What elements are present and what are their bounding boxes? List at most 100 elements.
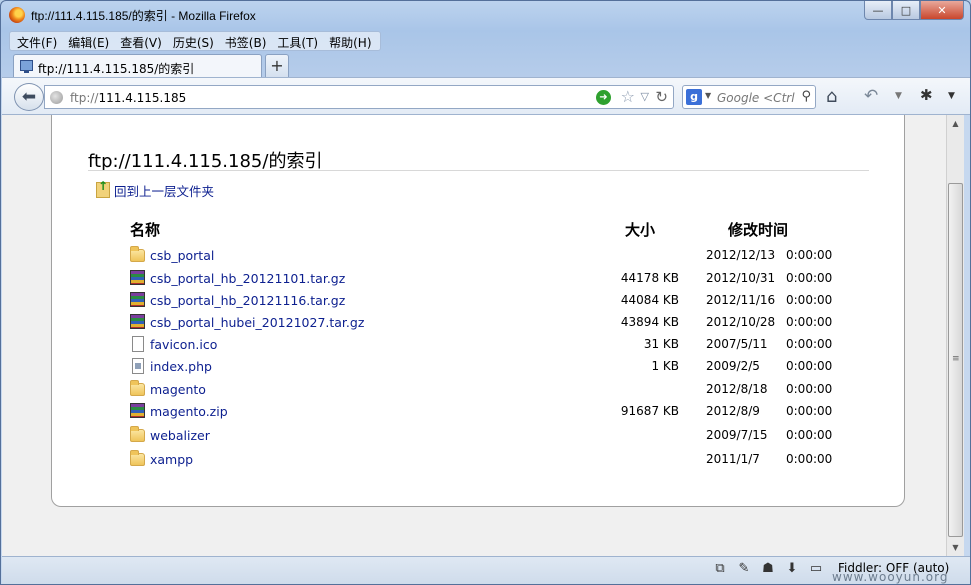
file-row: xampp 2011/1/7 0:00:00 [130, 450, 850, 469]
tab-active[interactable]: ftp://111.4.115.185/的索引 [13, 54, 262, 78]
minimize-button[interactable]: — [864, 1, 892, 20]
file-row: magento 2012/8/18 0:00:00 [130, 380, 850, 399]
menu-edit[interactable]: 编辑(E) [63, 32, 115, 50]
file-time: 0:00:00 [786, 271, 833, 285]
file-date: 2009/2/5 [706, 359, 760, 373]
file-time: 0:00:00 [786, 452, 833, 466]
menu-view[interactable]: 查看(V) [115, 32, 168, 50]
file-name-link[interactable]: webalizer [150, 428, 210, 443]
download-icon[interactable]: ⬇ [784, 561, 800, 577]
home-icon[interactable]: ⌂ [826, 86, 837, 107]
maximize-button[interactable]: □ [892, 1, 920, 20]
undo-close-tab-icon[interactable]: ↶ [864, 86, 878, 106]
file-date: 2012/10/28 [706, 315, 776, 329]
addon-dropdown-icon[interactable]: ▼ [948, 91, 955, 101]
menu-bookmarks[interactable]: 书签(B) [220, 32, 273, 50]
back-button[interactable]: ⬅ [14, 83, 44, 111]
search-placeholder: Google <Ctrl [717, 91, 795, 105]
grip-icon: ≡ [952, 354, 960, 364]
url-host: 111.4.115.185 [98, 91, 187, 105]
parent-folder-label: 回到上一层文件夹 [114, 183, 215, 199]
file-date: 2012/8/9 [706, 404, 760, 418]
url-bar[interactable]: ftp://111.4.115.185 ➜ ☆ ▽ ↻ [44, 85, 674, 109]
file-name-link[interactable]: csb_portal_hb_20121101.tar.gz [150, 271, 345, 286]
new-tab-button[interactable]: + [265, 54, 289, 77]
watermark-text: www.wooyun.org [832, 570, 949, 584]
file-time: 0:00:00 [786, 428, 833, 442]
column-header-name[interactable]: 名称 [130, 219, 160, 240]
file-row: csb_portal_hb_20121116.tar.gz 44084 KB 201… [130, 292, 850, 310]
file-name-link[interactable]: favicon.ico [150, 337, 217, 352]
menu-history[interactable]: 历史(S) [168, 32, 220, 50]
folder-icon [130, 450, 145, 466]
back-arrow-icon: ⬅ [21, 87, 37, 107]
popup-window-icon[interactable]: ⧉ [712, 561, 728, 577]
scroll-thumb[interactable]: ≡ [948, 183, 963, 537]
bookmark-star-icon[interactable]: ☆ [621, 87, 635, 106]
column-header-size[interactable]: 大小 [625, 219, 655, 240]
vertical-scrollbar[interactable]: ▲ ≡ ▼ [946, 115, 964, 556]
file-time: 0:00:00 [786, 293, 833, 307]
status-bar: ⧉ ✎ ☗ ⬇ ▭ Fiddler: OFF (auto) [2, 556, 970, 584]
file-row: webalizer 2009/7/15 0:00:00 [130, 426, 850, 445]
window-title: ftp://111.4.115.185/的索引 - Mozilla Firefo… [31, 9, 256, 23]
file-row: csb_portal_hb_20121101.tar.gz 44178 KB 201… [130, 270, 850, 288]
file-row: index.php 1 KB 2009/2/5 0:00:00 [130, 358, 850, 376]
file-name-link[interactable]: xampp [150, 452, 193, 467]
engine-dropdown-icon[interactable]: ▼ [705, 91, 711, 100]
file-time: 0:00:00 [786, 315, 833, 329]
menu-help[interactable]: 帮助(H) [324, 32, 377, 50]
go-arrow-icon[interactable]: ➜ [596, 90, 611, 105]
file-name-link[interactable]: magento [150, 382, 206, 397]
title-bar: ftp://111.4.115.185/的索引 - Mozilla Firefo… [1, 1, 970, 29]
file-date: 2007/5/11 [706, 337, 768, 351]
archive-icon [130, 314, 145, 329]
title-divider [88, 170, 869, 171]
mask-icon[interactable]: ☗ [760, 561, 776, 577]
file-size: 43894 KB [620, 315, 679, 329]
file-name-link[interactable]: csb_portal_hubei_20121027.tar.gz [150, 315, 364, 330]
file-time: 0:00:00 [786, 337, 833, 351]
file-size: 44178 KB [620, 271, 679, 285]
navigation-bar: ⬅ ftp://111.4.115.185 ➜ ☆ ▽ ↻ g ▼ Google… [2, 77, 970, 115]
google-engine-icon[interactable]: g [686, 89, 702, 105]
reload-icon[interactable]: ↻ [655, 88, 668, 106]
file-size: 44084 KB [620, 293, 679, 307]
file-time: 0:00:00 [786, 359, 833, 373]
file-name-link[interactable]: csb_portal_hb_20121116.tar.gz [150, 293, 345, 308]
window-icon[interactable]: ▭ [808, 561, 824, 577]
file-date: 2012/10/31 [706, 271, 776, 285]
scroll-up-icon[interactable]: ▲ [947, 115, 964, 132]
doc-icon [132, 336, 144, 352]
history-dropdown-icon[interactable]: ▽ [641, 90, 649, 103]
file-name-link[interactable]: magento.zip [150, 404, 228, 419]
folder-icon [130, 380, 145, 396]
magnifier-icon[interactable]: ⚲ [801, 89, 811, 104]
file-date: 2012/8/18 [706, 382, 768, 396]
parent-folder-link[interactable]: 回到上一层文件夹 [96, 179, 215, 199]
file-size: 1 KB [651, 359, 679, 373]
folder-icon [130, 246, 145, 262]
file-size: 31 KB [643, 337, 679, 351]
scroll-down-icon[interactable]: ▼ [947, 539, 964, 556]
close-button[interactable]: ✕ [920, 1, 964, 20]
archive-icon [130, 292, 145, 307]
up-folder-icon [96, 179, 110, 198]
menu-tools[interactable]: 工具(T) [272, 32, 324, 50]
file-time: 0:00:00 [786, 404, 833, 418]
file-row: csb_portal 2012/12/13 0:00:00 [130, 246, 850, 265]
search-box[interactable]: g ▼ Google <Ctrl ⚲ [682, 85, 816, 109]
browser-window: ftp://111.4.115.185/的索引 - Mozilla Firefo… [0, 0, 971, 585]
column-header-modified[interactable]: 修改时间 [728, 219, 788, 240]
pen-icon[interactable]: ✎ [736, 561, 752, 577]
undo-dropdown-icon[interactable]: ▼ [895, 91, 902, 101]
firebug-addon-icon[interactable]: ✱ [920, 86, 933, 104]
file-date: 2011/1/7 [706, 452, 760, 466]
file-name-link[interactable]: index.php [150, 359, 212, 374]
file-row: favicon.ico 31 KB 2007/5/11 0:00:00 [130, 336, 850, 354]
content-area: ftp://111.4.115.185/的索引 回到上一层文件夹 名称 大小 修… [2, 115, 946, 556]
tab-label: ftp://111.4.115.185/的索引 [38, 62, 195, 76]
menu-file[interactable]: 文件(F) [12, 32, 63, 50]
file-name-link[interactable]: csb_portal [150, 248, 214, 263]
ftp-index-page: ftp://111.4.115.185/的索引 回到上一层文件夹 名称 大小 修… [51, 115, 905, 507]
